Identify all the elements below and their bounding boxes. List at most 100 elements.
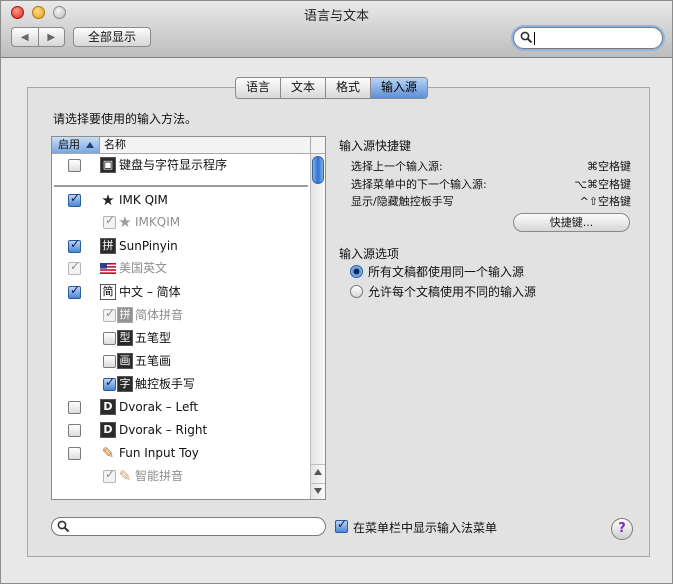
list-item-checkbox[interactable] xyxy=(103,375,116,391)
list-item-checkbox[interactable] xyxy=(68,424,81,437)
window-title: 语言与文本 xyxy=(303,9,369,24)
shortcut-keys: ⌥⌘空格键 xyxy=(574,178,631,191)
star-icon: ★ xyxy=(118,213,132,231)
tab-input-sources[interactable]: 输入源 xyxy=(370,78,428,98)
list-item[interactable]: 美国英文 xyxy=(52,258,310,280)
list-item-label: 键盘与字符显示程序 xyxy=(119,158,228,172)
pen-icon: ✎ xyxy=(118,467,132,485)
list-item-checkbox[interactable] xyxy=(68,159,81,172)
tab-bar: 语言 文本 格式 输入源 xyxy=(235,77,429,99)
search-icon xyxy=(57,520,70,533)
help-button[interactable]: ? xyxy=(611,518,633,540)
list-item[interactable]: ✎智能拼音 xyxy=(52,466,310,488)
show-menubar-label[interactable]: 在菜单栏中显示输入法菜单 xyxy=(353,519,497,536)
radio-per-document-label[interactable]: 允许每个文稿使用不同的输入源 xyxy=(368,283,536,300)
keyboard-shortcuts-button[interactable]: 快捷键... xyxy=(513,213,630,232)
star-icon: ★ xyxy=(101,191,115,209)
handwriting-icon: 字 xyxy=(117,376,133,392)
list-item-checkbox[interactable] xyxy=(103,355,116,368)
options-title: 输入源选项 xyxy=(339,247,400,261)
radio-per-document[interactable] xyxy=(350,285,363,298)
list-item-checkbox[interactable] xyxy=(68,447,81,460)
list-item-checkbox xyxy=(103,213,116,229)
nav-segment: ◀ ▶ xyxy=(11,27,65,47)
tab-text[interactable]: 文本 xyxy=(280,78,325,98)
show-menubar-checkbox[interactable] xyxy=(335,517,348,533)
list-item-label: 中文 – 简体 xyxy=(119,285,181,299)
forward-button[interactable]: ▶ xyxy=(37,28,65,46)
list-scrollbar[interactable] xyxy=(310,154,325,499)
shortcut-label: 选择菜单中的下一个输入源: xyxy=(351,178,487,191)
list-item[interactable]: D Dvorak – Right xyxy=(52,420,310,442)
column-header-name[interactable]: 名称 xyxy=(104,137,126,153)
tab-language[interactable]: 语言 xyxy=(236,78,280,98)
column-header-corner xyxy=(310,137,325,153)
wubi-icon: 型 xyxy=(117,330,133,346)
wubihua-icon: 画 xyxy=(117,353,133,369)
simplified-chinese-icon: 简 xyxy=(100,284,116,300)
radio-same-source[interactable] xyxy=(350,265,363,278)
list-item[interactable]: D Dvorak – Left xyxy=(52,397,310,419)
back-button[interactable]: ◀ xyxy=(12,28,38,46)
dvorak-icon: D xyxy=(100,399,116,415)
dvorak-icon: D xyxy=(100,422,116,438)
pinyin-icon: 拼 xyxy=(100,238,116,254)
list-item-label: Fun Input Toy xyxy=(119,446,199,460)
list-search-field[interactable] xyxy=(51,517,326,536)
column-header-enabled[interactable]: 启用 xyxy=(52,137,100,153)
shortcut-keys: ⌘空格键 xyxy=(587,160,631,173)
shortcut-row-handwriting: 显示/隐藏触控板手写 ^⇧空格键 xyxy=(351,193,631,209)
list-item-label: 五笔型 xyxy=(135,331,172,345)
list-item-label: 触控板手写 xyxy=(135,377,196,391)
list-item-checkbox[interactable] xyxy=(68,191,81,207)
list-item-checkbox[interactable] xyxy=(68,401,81,414)
shortcuts-title: 输入源快捷键 xyxy=(339,139,412,153)
list-item-label: 智能拼音 xyxy=(135,469,184,483)
titlebar: 语言与文本 ◀ ▶ 全部显示 xyxy=(1,1,672,58)
forward-arrow-icon: ▶ xyxy=(47,31,56,43)
list-item-checkbox xyxy=(103,306,116,322)
list-item[interactable]: 拼SunPinyin xyxy=(52,236,310,258)
list-item-label: 美国英文 xyxy=(119,261,168,275)
list-item-checkbox[interactable] xyxy=(68,283,81,299)
shortcut-label: 选择上一个输入源: xyxy=(351,160,443,173)
list-item[interactable]: 画五笔画 xyxy=(52,351,310,373)
list-item[interactable]: ★ IMK QIM xyxy=(52,190,310,212)
list-item-label: 五笔画 xyxy=(135,354,172,368)
list-header: 启用 名称 xyxy=(52,137,325,154)
list-item[interactable]: 拼简体拼音 xyxy=(52,305,310,327)
shortcut-label: 显示/隐藏触控板手写 xyxy=(351,195,454,208)
input-source-list[interactable]: 启用 名称 ▣键盘与字符显示程序★IMK QIM★IMKQIM拼SunPinyi… xyxy=(51,136,326,500)
show-all-button[interactable]: 全部显示 xyxy=(73,27,151,47)
pinyin-icon: 拼 xyxy=(117,307,133,323)
list-item-label: IMKQIM xyxy=(135,215,181,229)
list-item[interactable]: 型五笔型 xyxy=(52,328,310,350)
list-item[interactable]: ✎ Fun Input Toy xyxy=(52,443,310,465)
list-item[interactable]: 简中文 – 简体 xyxy=(52,282,310,304)
scrollbar-thumb[interactable] xyxy=(312,156,324,184)
list-item[interactable]: ▣ 键盘与字符显示程序 xyxy=(52,155,310,177)
back-arrow-icon: ◀ xyxy=(20,31,29,43)
keyboard-viewer-icon: ▣ xyxy=(100,157,116,173)
shortcut-row-next: 选择菜单中的下一个输入源: ⌥⌘空格键 xyxy=(351,176,631,192)
text-caret xyxy=(534,32,535,45)
list-item-checkbox[interactable] xyxy=(68,237,81,253)
list-item[interactable]: 字触控板手写 xyxy=(52,374,310,396)
shortcut-row-previous: 选择上一个输入源: ⌘空格键 xyxy=(351,158,631,174)
search-field[interactable] xyxy=(513,27,663,49)
list-item-checkbox xyxy=(68,259,81,275)
scroll-up-icon[interactable] xyxy=(314,469,322,475)
list-item[interactable]: ★IMKQIM xyxy=(52,212,310,234)
list-item-label: IMK QIM xyxy=(119,193,168,207)
list-item-checkbox[interactable] xyxy=(103,332,116,345)
shortcut-keys: ^⇧空格键 xyxy=(579,195,631,208)
preferences-window: 语言与文本 ◀ ▶ 全部显示 语言 文本 格式 输入源 请选择要使用的输入方法。… xyxy=(0,0,673,584)
search-icon xyxy=(520,31,533,44)
scroll-down-icon[interactable] xyxy=(314,488,322,494)
sort-ascending-icon xyxy=(86,142,94,148)
list-item-label: SunPinyin xyxy=(119,239,178,253)
list-item-label: Dvorak – Left xyxy=(119,400,199,414)
tab-formats[interactable]: 格式 xyxy=(325,78,370,98)
scrollbar-separator xyxy=(311,483,325,484)
radio-same-source-label[interactable]: 所有文稿都使用同一个输入源 xyxy=(368,263,524,280)
